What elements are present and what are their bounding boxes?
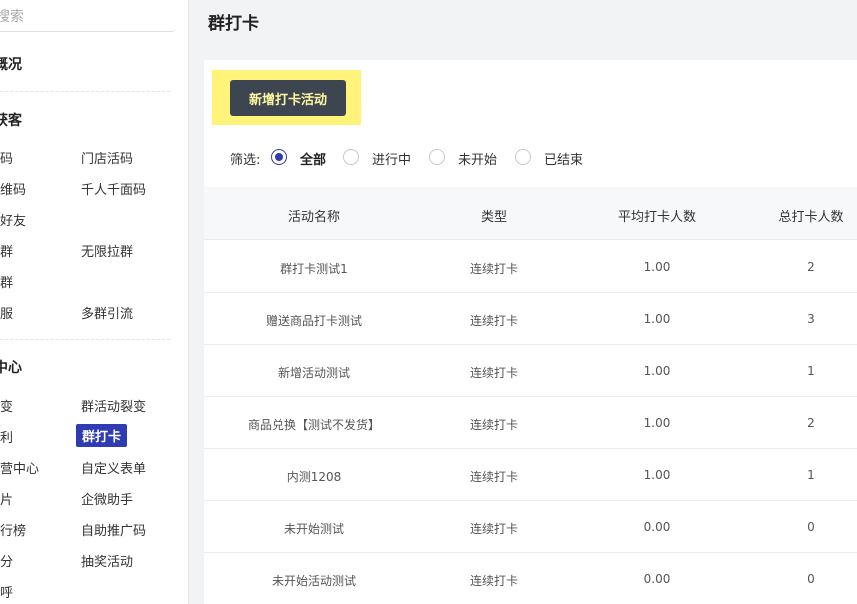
sidebar-item-self-promo-code[interactable]: 自助推广码 — [81, 520, 146, 539]
cell-total: 0 — [807, 572, 815, 586]
cell-name: 新增活动测试 — [277, 366, 350, 380]
sidebar-item[interactable]: 营中心 — [0, 458, 39, 477]
column-header-avg-checkins: 平均打卡人数 — [617, 210, 696, 225]
table-row[interactable]: 赠送商品打卡测试 连续打卡 1.00 3 — [204, 293, 857, 345]
sidebar-search-input[interactable]: 搜索 — [0, 0, 176, 32]
sidebar-item[interactable]: 片 — [0, 489, 13, 508]
add-checkin-activity-button[interactable]: 新增打卡活动 — [230, 80, 346, 116]
search-placeholder: 搜索 — [0, 9, 24, 25]
column-header-type: 类型 — [480, 210, 507, 225]
cell-type: 连续打卡 — [469, 418, 518, 432]
sidebar-item[interactable]: 群 — [0, 241, 13, 260]
cell-type: 连续打卡 — [469, 262, 518, 276]
cell-total: 1 — [807, 364, 815, 378]
sidebar-item[interactable]: 变 — [0, 396, 13, 415]
sidebar-item-unlimited-group[interactable]: 无限拉群 — [81, 241, 133, 260]
sidebar-section-acquisition[interactable]: 获客 — [0, 110, 22, 130]
cell-total: 3 — [807, 312, 815, 326]
sidebar-item[interactable]: 维码 — [0, 179, 26, 198]
filter-label: 筛选: — [230, 153, 261, 168]
page-title: 群打卡 — [208, 14, 259, 34]
sidebar-item-custom-form[interactable]: 自定义表单 — [81, 458, 146, 477]
table-header: 活动名称 类型 平均打卡人数 总打卡人数 — [204, 187, 857, 240]
filter-radio-not-started[interactable] — [429, 149, 445, 165]
cell-avg: 1.00 — [643, 416, 671, 430]
sidebar-item-store-code[interactable]: 门店活码 — [81, 148, 133, 167]
cell-total: 1 — [807, 468, 815, 482]
sidebar-item[interactable]: 行榜 — [0, 520, 26, 539]
cell-total: 2 — [807, 260, 815, 274]
table-row[interactable]: 群打卡测试1 连续打卡 1.00 2 — [204, 241, 857, 293]
sidebar-section-center[interactable]: 中心 — [0, 357, 22, 377]
filter-radio-ended[interactable] — [515, 149, 531, 165]
cell-type: 连续打卡 — [469, 574, 518, 588]
table-row[interactable]: 未开始测试 连续打卡 0.00 0 — [204, 501, 857, 553]
sidebar-item-group-checkin[interactable]: 群打卡 — [76, 424, 128, 447]
sidebar-item[interactable]: 好友 — [0, 210, 26, 229]
cell-type: 连续打卡 — [469, 366, 518, 380]
cell-total: 0 — [807, 520, 815, 534]
sidebar: 搜索 概况 获客 码 门店活码 维码 千人千面码 好友 群 无限拉群 群 服 多… — [0, 0, 189, 604]
filter-option-ongoing[interactable]: 进行中 — [372, 149, 411, 168]
sidebar-item[interactable]: 服 — [0, 303, 13, 322]
sidebar-divider — [0, 91, 170, 92]
sidebar-item-multi-group-traffic[interactable]: 多群引流 — [81, 303, 133, 322]
cell-avg: 0.00 — [643, 520, 671, 534]
table-row[interactable]: 新增活动测试 连续打卡 1.00 1 — [204, 345, 857, 397]
sidebar-section-overview[interactable]: 概况 — [0, 54, 22, 74]
cell-avg: 0.00 — [643, 572, 671, 586]
filter-radio-all[interactable] — [271, 149, 287, 165]
table-row[interactable]: 商品兑换【测试不发货】 连续打卡 1.00 2 — [204, 397, 857, 449]
cell-type: 连续打卡 — [469, 314, 518, 328]
sidebar-item[interactable]: 分 — [0, 551, 13, 570]
cell-name: 未开始活动测试 — [271, 574, 356, 588]
cell-avg: 1.00 — [643, 364, 671, 378]
cell-total: 2 — [807, 416, 815, 430]
sidebar-item-wecom-assistant[interactable]: 企微助手 — [81, 489, 133, 508]
column-header-total-checkins: 总打卡人数 — [778, 210, 844, 225]
filter-option-not-started[interactable]: 未开始 — [458, 149, 497, 168]
cell-name: 赠送商品打卡测试 — [265, 314, 362, 328]
cell-type: 连续打卡 — [469, 522, 518, 536]
sidebar-item[interactable]: 码 — [0, 148, 13, 167]
sidebar-item[interactable]: 群 — [0, 272, 13, 291]
table-row[interactable]: 内测1208 连续打卡 1.00 1 — [204, 449, 857, 501]
cell-name: 未开始测试 — [283, 522, 344, 536]
cell-avg: 1.00 — [643, 260, 671, 274]
filter-option-all[interactable]: 全部 — [300, 149, 326, 168]
sidebar-divider — [0, 339, 170, 340]
sidebar-item[interactable]: 利 — [0, 427, 13, 446]
cell-name: 群打卡测试1 — [280, 262, 348, 276]
table-row[interactable]: 未开始活动测试 连续打卡 0.00 0 — [204, 553, 857, 604]
cell-avg: 1.00 — [643, 468, 671, 482]
cell-name: 商品兑换【测试不发货】 — [247, 418, 380, 432]
column-header-name: 活动名称 — [287, 210, 340, 225]
sidebar-item[interactable]: 呼 — [0, 582, 13, 601]
cell-name: 内测1208 — [286, 470, 342, 484]
filter-option-ended[interactable]: 已结束 — [544, 149, 583, 168]
sidebar-item-personalized-code[interactable]: 千人千面码 — [81, 179, 146, 198]
cell-type: 连续打卡 — [469, 470, 518, 484]
filter-radio-ongoing[interactable] — [343, 149, 359, 165]
sidebar-item-lottery[interactable]: 抽奖活动 — [81, 551, 133, 570]
sidebar-item-group-fission[interactable]: 群活动裂变 — [81, 396, 146, 415]
cell-avg: 1.00 — [643, 312, 671, 326]
